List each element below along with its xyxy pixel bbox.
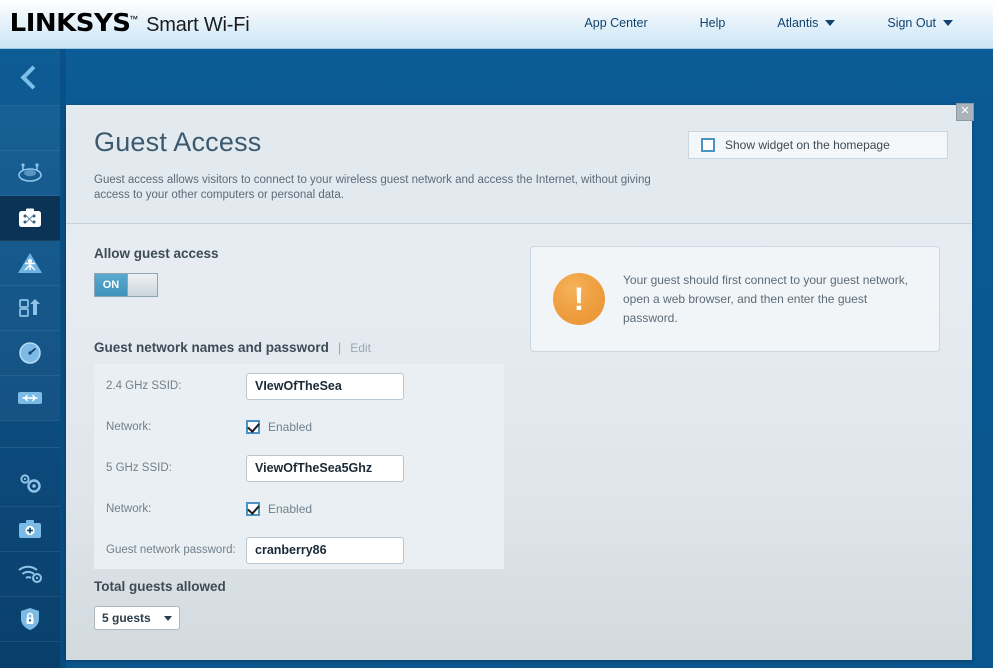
field-row-password: Guest network password: cranberry86 <box>94 528 504 572</box>
product-name: Smart Wi-Fi <box>146 14 249 37</box>
total-guests-title: Total guests allowed <box>94 579 226 594</box>
total-guests-section: Total guests allowed 5 guests <box>94 579 226 630</box>
total-guests-select[interactable]: 5 guests <box>94 606 180 630</box>
show-widget-label: Show widget on the homepage <box>725 138 890 152</box>
wireless-icon <box>16 563 44 585</box>
sidebar-item-wireless[interactable] <box>0 552 60 597</box>
sidebar-collapse-button[interactable] <box>0 49 60 106</box>
show-widget-checkbox[interactable]: Show widget on the homepage <box>688 131 948 159</box>
allow-guest-access-section: Allow guest access ON <box>94 246 219 297</box>
parental-controls-icon <box>16 251 44 275</box>
troubleshooting-icon <box>17 518 43 540</box>
sidebar-item-network-map[interactable] <box>0 151 60 196</box>
ssid-5-label: 5 GHz SSID: <box>106 462 246 474</box>
sidebar-item-troubleshooting[interactable] <box>0 507 60 552</box>
sidebar-item-security[interactable] <box>0 597 60 642</box>
close-icon[interactable]: ✕ <box>956 103 974 121</box>
field-row-ssid-24: 2.4 GHz SSID: VIewOfTheSea <box>94 364 504 408</box>
nav-help[interactable]: Help <box>674 16 752 30</box>
top-navigation: App Center Help Atlantis Sign Out <box>558 16 979 30</box>
network-24-checkbox[interactable]: Enabled <box>246 420 312 434</box>
names-section-title: Guest network names and password <box>94 340 329 355</box>
ssid-5-input[interactable]: ViewOfTheSea5Ghz <box>246 455 404 482</box>
allow-guest-access-toggle[interactable]: ON <box>94 273 158 297</box>
checkbox-box[interactable] <box>246 502 260 516</box>
ssid-24-input[interactable]: VIewOfTheSea <box>246 373 404 400</box>
password-label: Guest network password: <box>106 544 246 556</box>
network-5-label: Network: <box>106 503 246 515</box>
sidebar-item-parental-controls[interactable] <box>0 241 60 286</box>
usb-storage-icon <box>16 388 44 408</box>
toggle-knob[interactable] <box>127 274 157 296</box>
guest-access-icon <box>17 207 43 229</box>
page-title: Guest Access <box>94 127 261 158</box>
nav-help-label: Help <box>700 16 726 30</box>
chevron-left-icon <box>20 65 44 89</box>
security-shield-icon <box>19 607 41 631</box>
trademark-symbol: ™ <box>129 14 138 24</box>
nav-app-center-label: App Center <box>584 16 647 30</box>
panel-body: Allow guest access ON Guest network name… <box>66 224 972 660</box>
guest-network-fields: 2.4 GHz SSID: VIewOfTheSea Network: Enab… <box>94 364 504 569</box>
field-row-network-5: Network: Enabled <box>94 490 504 528</box>
linksys-logo: LINKSYS <box>10 8 131 37</box>
sidebar-divider <box>0 447 60 448</box>
network-5-enabled-label: Enabled <box>268 502 312 516</box>
sidebar-item-speed-test[interactable] <box>0 331 60 376</box>
network-24-label: Network: <box>106 421 246 433</box>
sidebar-item-connectivity[interactable] <box>0 462 60 507</box>
sidebar-item-guest-access[interactable] <box>0 196 60 241</box>
nav-sign-out-label: Sign Out <box>887 16 936 30</box>
network-5-checkbox[interactable]: Enabled <box>246 502 312 516</box>
router-icon <box>16 162 44 184</box>
sidebar-spacer <box>0 106 60 151</box>
chevron-down-icon <box>164 616 172 621</box>
sidebar-item-media-prioritization[interactable] <box>0 286 60 331</box>
speed-test-icon <box>18 341 42 365</box>
nav-account[interactable]: Atlantis <box>751 16 861 30</box>
chevron-down-icon <box>943 20 953 26</box>
nav-account-label: Atlantis <box>777 16 818 30</box>
names-section-header: Guest network names and password | Edit <box>94 340 371 355</box>
field-row-ssid-5: 5 GHz SSID: ViewOfTheSea5Ghz <box>94 446 504 490</box>
brand: LINKSYS ™ Smart Wi-Fi <box>12 8 250 37</box>
nav-app-center[interactable]: App Center <box>558 16 673 30</box>
nav-sign-out[interactable]: Sign Out <box>861 16 979 30</box>
exclamation-icon: ! <box>553 273 605 325</box>
sidebar <box>0 49 60 668</box>
chevron-down-icon <box>825 20 835 26</box>
sidebar-gap <box>0 421 60 447</box>
toggle-on-label: ON <box>95 274 127 296</box>
network-24-enabled-label: Enabled <box>268 420 312 434</box>
allow-guest-access-title: Allow guest access <box>94 246 219 261</box>
app-root: LINKSYS ™ Smart Wi-Fi App Center Help At… <box>0 0 993 668</box>
password-input[interactable]: cranberry86 <box>246 537 404 564</box>
connectivity-gears-icon <box>16 472 44 496</box>
total-guests-value: 5 guests <box>102 611 151 625</box>
edit-link[interactable]: Edit <box>350 341 371 355</box>
info-text: Your guest should first connect to your … <box>623 271 917 328</box>
top-bar: LINKSYS ™ Smart Wi-Fi App Center Help At… <box>0 0 993 49</box>
panel-header: ✕ Guest Access Guest access allows visit… <box>66 105 972 224</box>
page-description: Guest access allows visitors to connect … <box>94 173 654 203</box>
sidebar-item-external-storage[interactable] <box>0 376 60 421</box>
field-row-network-24: Network: Enabled <box>94 408 504 446</box>
info-callout: ! Your guest should first connect to you… <box>530 246 940 352</box>
ssid-24-label: 2.4 GHz SSID: <box>106 380 246 392</box>
guest-access-panel: ✕ Guest Access Guest access allows visit… <box>66 105 972 660</box>
header-divider: | <box>338 340 341 355</box>
checkbox-box[interactable] <box>246 420 260 434</box>
checkbox-box[interactable] <box>701 138 715 152</box>
media-prioritization-icon <box>17 297 43 319</box>
